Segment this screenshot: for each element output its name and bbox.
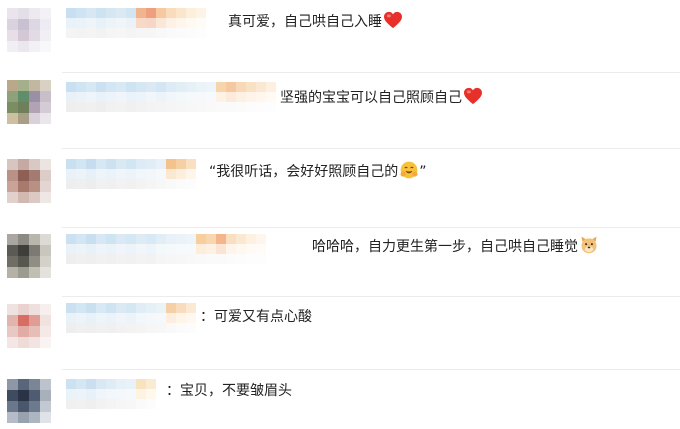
comment-row: ：宝贝，不要皱眉头 (0, 370, 680, 429)
username-mosaic[interactable] (66, 303, 196, 333)
comment-row: 哈哈哈，自力更生第一步，自己哄自己睡觉 (0, 228, 680, 296)
comment-content: ：宝贝，不要皱眉头 (166, 383, 292, 399)
comment-list: 真可爱，自己哄自己入睡 坚强的宝宝可以自己照顾自己 “我很听话，会好好照顾自己的… (0, 0, 680, 429)
comment-content: ：可爱又有点心酸 (200, 309, 312, 325)
avatar[interactable] (7, 159, 51, 203)
comment-text: ：宝贝，不要皱眉头 (166, 382, 292, 400)
avatar[interactable] (7, 234, 51, 278)
avatar[interactable] (7, 304, 51, 348)
closing-quote: ” (419, 164, 427, 180)
comment-content: 坚强的宝宝可以自己照顾自己 (280, 90, 462, 106)
comment-content: 哈哈哈，自力更生第一步，自己哄自己睡觉 (312, 239, 578, 255)
username-mosaic[interactable] (66, 234, 266, 264)
smiling-face-with-hands-icon (400, 161, 418, 179)
username-mosaic[interactable] (66, 379, 156, 409)
comment-row: “我很听话，会好好照顾自己的 ” (0, 149, 680, 225)
comment-row: ：可爱又有点心酸 (0, 297, 680, 369)
comment-text: 真可爱，自己哄自己入睡 (228, 11, 403, 31)
username-mosaic[interactable] (66, 159, 196, 189)
comment-row: 真可爱，自己哄自己入睡 (0, 0, 680, 70)
comment-text: 哈哈哈，自力更生第一步，自己哄自己睡觉 (312, 235, 599, 256)
avatar[interactable] (7, 80, 51, 124)
comment-text: 坚强的宝宝可以自己照顾自己 (280, 87, 483, 107)
username-mosaic[interactable] (66, 8, 206, 38)
comment-text: “我很听话，会好好照顾自己的 ” (209, 160, 427, 181)
heart-icon (464, 87, 482, 105)
doge-icon (581, 236, 597, 254)
comment-content: “我很听话，会好好照顾自己的 (209, 164, 399, 180)
comment-text: ：可爱又有点心酸 (200, 308, 312, 326)
username-mosaic[interactable] (66, 82, 276, 112)
heart-icon (384, 11, 402, 29)
avatar[interactable] (7, 379, 51, 423)
avatar[interactable] (7, 8, 51, 52)
comment-content: 真可爱，自己哄自己入睡 (228, 14, 382, 30)
comment-row: 坚强的宝宝可以自己照顾自己 (0, 73, 680, 145)
